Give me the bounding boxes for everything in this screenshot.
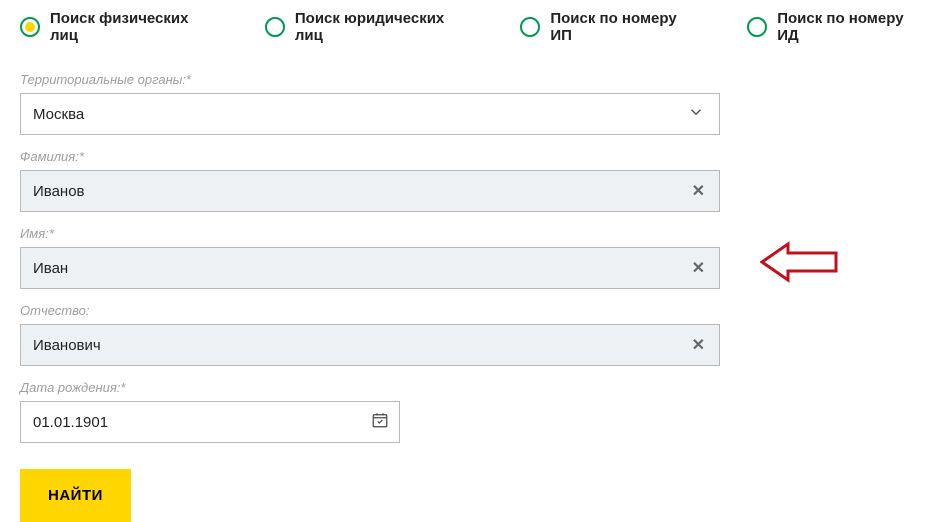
patronymic-input[interactable]: Иванович ✕ (20, 324, 720, 366)
name-input[interactable]: Иван ✕ (20, 247, 720, 289)
field-patronymic: Отчество: Иванович ✕ (20, 303, 720, 366)
patronymic-value: Иванович (33, 337, 101, 354)
tab-label: Поиск физических лиц (50, 10, 215, 44)
tab-ip-number[interactable]: Поиск по номеру ИП (520, 10, 697, 44)
clear-icon[interactable]: ✕ (692, 335, 705, 355)
field-label: Отчество: (20, 303, 720, 318)
birthdate-input[interactable]: 01.01.1901 (20, 401, 400, 443)
search-type-tabs: Поиск физических лиц Поиск юридических л… (20, 10, 924, 44)
name-value: Иван (33, 260, 68, 277)
field-label: Дата рождения:* (20, 380, 720, 395)
field-label: Имя:* (20, 226, 720, 241)
region-value: Москва (33, 106, 84, 123)
field-birthdate: Дата рождения:* 01.01.1901 (20, 380, 720, 443)
field-surname: Фамилия:* Иванов ✕ (20, 149, 720, 212)
tab-label: Поиск по номеру ИД (777, 10, 924, 44)
field-label: Территориальные органы:* (20, 72, 720, 87)
arrow-annotation-icon (760, 238, 838, 291)
radio-icon (747, 17, 767, 37)
clear-icon[interactable]: ✕ (692, 258, 705, 278)
radio-icon (520, 17, 540, 37)
calendar-icon[interactable] (371, 411, 389, 433)
tab-individuals[interactable]: Поиск физических лиц (20, 10, 215, 44)
birthdate-value: 01.01.1901 (33, 414, 108, 431)
tab-label: Поиск по номеру ИП (550, 10, 697, 44)
surname-input[interactable]: Иванов ✕ (20, 170, 720, 212)
tab-legal-entities[interactable]: Поиск юридических лиц (265, 10, 470, 44)
field-name: Имя:* Иван ✕ (20, 226, 720, 289)
tab-id-number[interactable]: Поиск по номеру ИД (747, 10, 924, 44)
radio-icon (20, 17, 40, 37)
field-region: Территориальные органы:* Москва (20, 72, 720, 135)
region-select[interactable]: Москва (20, 93, 720, 135)
radio-icon (265, 17, 285, 37)
field-label: Фамилия:* (20, 149, 720, 164)
tab-label: Поиск юридических лиц (295, 10, 470, 44)
search-form: Территориальные органы:* Москва Фамилия:… (20, 72, 720, 522)
search-button[interactable]: НАЙТИ (20, 469, 131, 522)
clear-icon[interactable]: ✕ (692, 181, 705, 201)
chevron-down-icon (687, 103, 705, 125)
surname-value: Иванов (33, 183, 85, 200)
